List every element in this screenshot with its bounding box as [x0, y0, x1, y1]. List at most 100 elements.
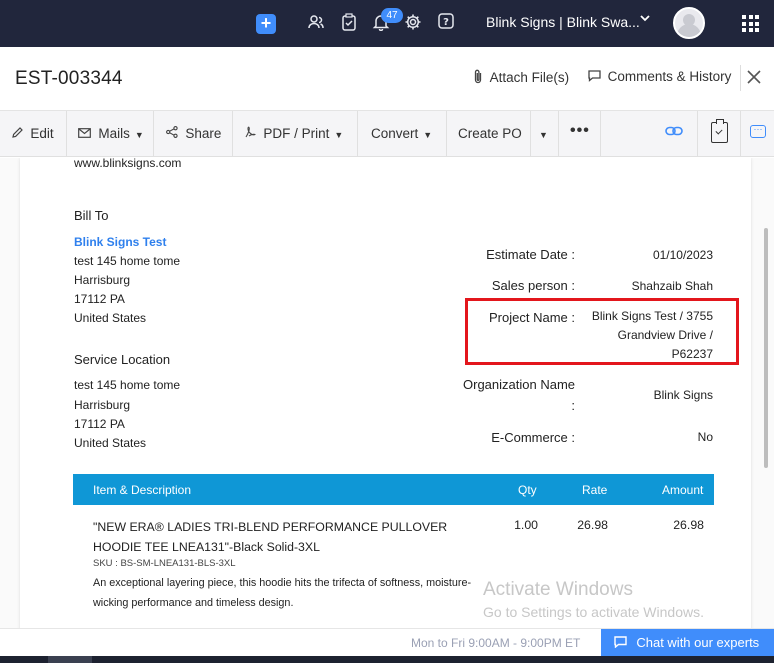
sales-person-value: Shahzaib Shah [631, 279, 713, 293]
item-title: "NEW ERA® LADIES TRI-BLEND PERFORMANCE P… [93, 520, 448, 554]
convert-dropdown[interactable]: Convert ▼ [371, 126, 432, 141]
top-navigation-bar: + 47 ? Blink Signs | Blink Swa... [0, 0, 774, 47]
chat-with-experts-button[interactable]: Chat with our experts [601, 629, 774, 657]
column-header-item: Item & Description [93, 483, 192, 497]
sales-person-label: Sales person : [491, 278, 575, 293]
notification-badge: 47 [381, 8, 403, 23]
close-icon[interactable] [747, 67, 761, 90]
toolbar-divider [697, 111, 698, 157]
toolbar-divider [530, 111, 531, 157]
chat-with-experts-label: Chat with our experts [636, 635, 760, 650]
gear-icon[interactable] [403, 13, 423, 33]
caret-down-icon: ▼ [539, 130, 548, 140]
estimate-date-label: Estimate Date : [486, 247, 575, 262]
toolbar-divider [153, 111, 154, 157]
organization-name-colon: : [571, 398, 575, 413]
caret-down-icon: ▼ [423, 130, 433, 140]
comments-history-label: Comments & History [607, 69, 732, 84]
attach-files-label: Attach File(s) [489, 70, 570, 85]
chat-icon[interactable]: ··· [750, 125, 766, 138]
organization-name-label: Organization Name [463, 377, 575, 392]
convert-label: Convert [371, 126, 419, 141]
toolbar-divider [232, 111, 233, 157]
service-address-line: test 145 home tome [74, 378, 181, 392]
avatar[interactable] [673, 7, 705, 39]
mails-dropdown[interactable]: Mails ▼ [78, 126, 144, 141]
bill-to-address-line: Harrisburg [74, 273, 131, 287]
column-header-rate: Rate [582, 483, 608, 497]
share-label: Share [185, 126, 222, 141]
apps-grid-icon[interactable] [742, 15, 759, 32]
contacts-icon[interactable] [306, 13, 326, 33]
organization-name-value: Blink Signs [653, 388, 713, 402]
toolbar-divider [357, 111, 358, 157]
chevron-down-icon[interactable] [640, 13, 650, 26]
svg-text:?: ? [443, 17, 449, 28]
service-address-line: United States [74, 436, 147, 450]
activate-windows-watermark: Activate Windows [483, 579, 633, 600]
ecommerce-label: E-Commerce : [491, 430, 575, 445]
create-po-label: Create PO [458, 126, 522, 141]
toolbar-divider [558, 111, 559, 157]
create-po-dropdown-toggle[interactable]: ▼ [539, 126, 548, 141]
bill-to-address-line: test 145 home tome [74, 254, 181, 268]
support-bar: Mon to Fri 9:00AM - 9:00PM ET Chat with … [0, 628, 774, 657]
document-viewer[interactable]: www.blinksigns.com Bill To Blink Signs T… [0, 158, 774, 628]
item-description: An exceptional layering piece, this hood… [93, 577, 472, 609]
estimate-date-value: 01/10/2023 [652, 248, 713, 262]
vertical-scrollbar[interactable] [764, 228, 768, 468]
mail-icon [78, 127, 94, 141]
estimate-sheet: www.blinksigns.com Bill To Blink Signs T… [20, 158, 751, 628]
comments-history-button[interactable]: Comments & History [588, 69, 731, 84]
bill-to-address-line: United States [74, 311, 147, 325]
caret-down-icon: ▼ [134, 130, 144, 140]
bill-to-name-link[interactable]: Blink Signs Test [74, 235, 166, 249]
toolbar-divider [446, 111, 447, 157]
edit-button[interactable]: Edit [12, 126, 54, 141]
link-icon[interactable] [665, 124, 683, 141]
task-checklist-icon[interactable] [711, 119, 728, 143]
pdf-print-label: PDF / Print [263, 126, 330, 141]
item-rate: 26.98 [577, 518, 608, 532]
mails-label: Mails [98, 126, 130, 141]
taskbar-item[interactable] [48, 656, 92, 663]
header-divider [740, 65, 741, 91]
organization-switcher[interactable]: Blink Signs | Blink Swa... [486, 14, 640, 30]
column-header-qty: Qty [518, 483, 537, 497]
bill-to-heading: Bill To [74, 208, 109, 223]
company-website: www.blinksigns.com [74, 158, 182, 170]
column-header-amount: Amount [662, 483, 704, 497]
ecommerce-value: No [697, 430, 713, 444]
os-taskbar [0, 656, 774, 663]
toolbar-divider [740, 111, 741, 157]
item-qty: 1.00 [514, 518, 538, 532]
items-table-header: Item & Description Qty Rate Amount [73, 474, 714, 505]
share-icon [166, 126, 181, 141]
pencil-icon [12, 127, 26, 141]
action-toolbar: Edit Mails ▼ Share PDF / Print ▼ Convert ▼ … [0, 111, 774, 157]
caret-down-icon: ▼ [334, 130, 344, 140]
more-options-icon[interactable]: ••• [570, 122, 590, 140]
page-title: EST-003344 [15, 68, 123, 89]
paperclip-icon [473, 69, 487, 85]
support-hours: Mon to Fri 9:00AM - 9:00PM ET [411, 636, 581, 650]
plus-icon[interactable]: + [256, 14, 276, 34]
item-sku: SKU : BS-SM-LNEA131-BLS-3XL [93, 558, 236, 569]
help-icon[interactable]: ? [436, 13, 456, 33]
pdf-print-dropdown[interactable]: PDF / Print ▼ [244, 126, 343, 141]
service-location-heading: Service Location [74, 352, 171, 367]
project-name-highlight-box [465, 298, 739, 365]
attach-files-button[interactable]: Attach File(s) [473, 69, 569, 85]
toolbar-divider [600, 111, 601, 157]
service-address-line: 17112 PA [74, 417, 125, 431]
service-address-line: Harrisburg [74, 398, 131, 412]
bill-to-address-line: 17112 PA [74, 292, 125, 306]
activate-windows-subtext: Go to Settings to activate Windows. [483, 604, 704, 620]
chat-bubble-icon [614, 636, 630, 650]
toolbar-divider [66, 111, 67, 157]
comment-icon [588, 69, 605, 84]
create-po-button[interactable]: Create PO [458, 126, 522, 141]
tasks-icon[interactable] [339, 13, 359, 33]
item-amount: 26.98 [673, 518, 704, 532]
share-button[interactable]: Share [166, 126, 221, 141]
